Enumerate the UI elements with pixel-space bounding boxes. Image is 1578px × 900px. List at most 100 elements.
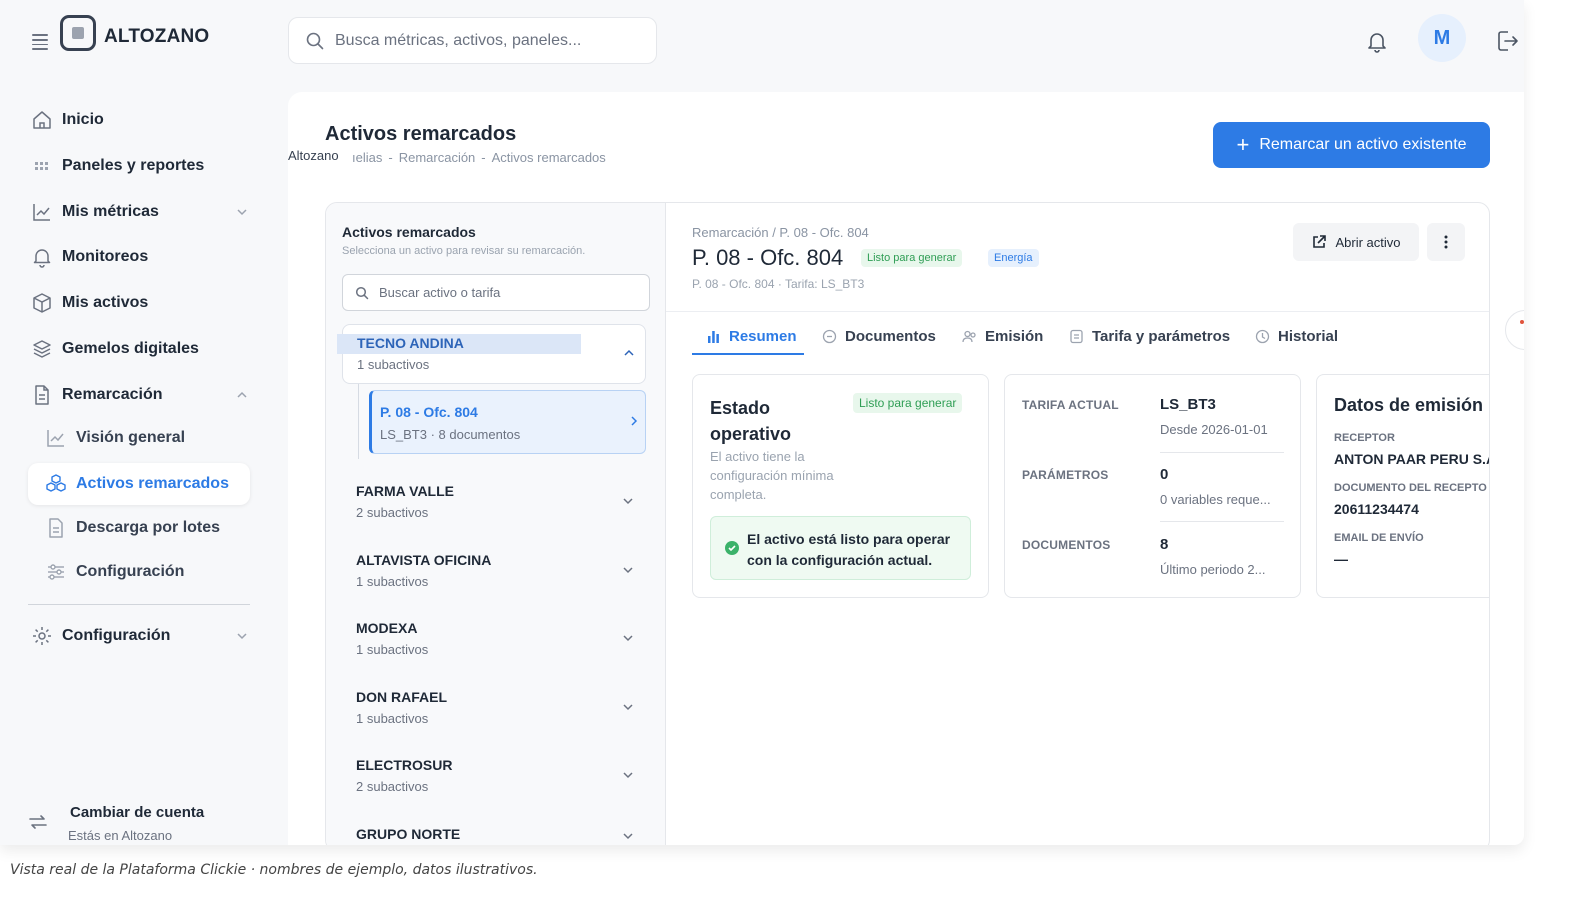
chart-line-icon [47,430,64,447]
tab-resumen[interactable]: Resumen [706,318,797,354]
external-link-icon [1313,235,1327,248]
type-badge: Energía [988,249,1039,267]
chevron-down-icon [623,498,633,505]
chevron-down-icon [623,704,633,711]
sidebar-item-remarcacion[interactable]: Remarcación [28,376,250,414]
sidebar-item-label: Configuración [62,627,171,644]
emission-panel-title: Datos de emisión [1334,395,1484,415]
gear-icon [33,627,51,645]
asset-group-name: DON RAFAEL [356,689,447,705]
switch-account-button[interactable]: Cambiar de cuenta Estás en Altozano [26,800,276,844]
global-search[interactable] [288,17,657,64]
menu-toggle-button[interactable] [28,30,52,54]
plus-icon: + [1236,132,1250,157]
sidebar-item-gemelos[interactable]: Gemelos digitales [28,330,250,368]
asset-group[interactable]: MODEXA 1 subactivos [342,610,646,670]
row-divider [1160,452,1284,453]
receipt-icon [1070,329,1083,343]
active-tab-indicator [692,353,804,355]
tariff-row-value: 8 [1160,536,1169,553]
switch-account-subtitle: Estás en Altozano [68,828,173,843]
status-panel-title: Estado operativo [710,398,792,444]
sidebar-item-inicio[interactable]: Inicio [28,101,250,139]
grid-icon [35,162,48,170]
switch-account-title: Cambiar de cuenta [70,804,205,821]
asset-list-subtitle: Selecciona un activo para revisar su rem… [342,245,586,257]
asset-list-title: Activos remarcados [342,224,476,240]
sidebar-subitem-descarga-lotes[interactable]: Descarga por lotes [28,509,250,547]
emission-field-value: ANTON PAAR PERU S.A [1334,451,1490,467]
tab-label: Documentos [845,327,936,345]
tab-emision[interactable]: Emisión [962,318,1043,354]
chevron-down-icon [237,633,247,640]
remark-asset-button-label: Remarcar un activo existente [1259,136,1467,153]
search-icon [355,286,369,299]
emission-panel: Datos de emisión RECEPTOR ANTON PAAR PER… [1316,374,1490,598]
tariff-row-key: DOCUMENTOS [1022,538,1111,552]
open-asset-button[interactable]: Abrir activo [1293,223,1419,261]
sidebar-item-label: Paneles y reportes [62,157,205,174]
document-icon [49,518,63,538]
sidebar-item-configuracion[interactable]: Configuración [28,617,250,655]
tab-label: Emisión [985,327,1044,345]
document-icon [822,329,837,343]
sidebar-item-monitoreos[interactable]: Monitoreos [28,238,250,276]
asset-group[interactable]: GRUPO NORTE [342,816,646,845]
asset-group[interactable]: TECNO ANDINA 1 subactivos [337,324,646,384]
sidebar-item-metricas[interactable]: Mis métricas [28,193,250,231]
app-window: ALTOZANO M Inicio Paneles y reportes Mis… [0,0,1524,845]
more-options-button[interactable] [1427,223,1465,261]
tab-label: Tarifa y parámetros [1092,327,1231,345]
asset-group-count: 2 subactivos [356,505,429,520]
chevron-right-icon [631,416,638,426]
sidebar-divider [28,604,250,605]
sidebar-subitem-vision-general[interactable]: Visión general [28,419,250,457]
bell-icon [33,249,51,268]
notifications-bell-icon[interactable] [1364,28,1390,54]
emission-field-label: EMAIL DE ENVÍO [1334,532,1424,544]
chevron-down-icon [623,772,633,779]
asset-search[interactable] [342,274,650,311]
chevron-up-icon [237,391,247,398]
user-avatar[interactable]: M [1418,14,1466,62]
breadcrumb-item[interactable]: ıelias [352,150,382,165]
tab-documentos[interactable]: Documentos [822,318,936,354]
box-icon [33,293,51,313]
logout-icon[interactable] [1494,28,1520,54]
cubes-icon [46,474,66,492]
sidebar-item-paneles[interactable]: Paneles y reportes [28,147,250,185]
chevron-down-icon [623,833,633,840]
tariff-panel: TARIFA ACTUAL LS_BT3 Desde 2026-01-01 PA… [1004,374,1301,598]
tab-historial[interactable]: Historial [1255,318,1338,354]
home-icon [33,111,51,129]
status-panel-description: El activo tiene la configuración mínima … [710,449,834,502]
asset-group-name: ALTAVISTA OFICINA [356,552,492,568]
chevron-down-icon [623,567,633,574]
tab-tarifa-parametros[interactable]: Tarifa y parámetros [1069,318,1230,354]
file-icon [35,385,49,405]
tariff-row-key: PARÁMETROS [1022,468,1109,482]
tabs-divider [666,311,1489,312]
asset-group[interactable]: ELECTROSUR 2 subactivos [342,747,646,807]
subasset-item-selected[interactable]: P. 08 - Ofc. 804 LS_BT3 · 8 documentos [369,390,646,454]
brand-name: ALTOZANO [104,26,210,47]
subasset-meta: LS_BT3 · 8 documentos [380,427,521,442]
asset-group[interactable]: DON RAFAEL 1 subactivos [342,679,646,739]
sidebar-subitem-activos-remarcados[interactable]: Activos remarcados [28,463,250,505]
sidebar-item-label: Remarcación [62,386,163,403]
asset-search-input[interactable] [379,285,629,300]
global-search-input[interactable] [335,31,635,50]
remark-asset-button[interactable]: + Remarcar un activo existente [1213,122,1490,168]
sidebar-subitem-configuracion[interactable]: Configuración [28,553,250,591]
emission-field-label: DOCUMENTO DEL RECEPTO [1334,482,1487,494]
asset-group[interactable]: FARMA VALLE 2 subactivos [342,473,646,533]
clock-icon [1255,329,1270,343]
asset-group[interactable]: ALTAVISTA OFICINA 1 subactivos [342,542,646,602]
tab-label: Historial [1278,327,1339,345]
sidebar-item-label: Monitoreos [62,248,149,265]
assets-card: Activos remarcados Selecciona un activo … [325,202,1490,845]
sidebar-subitem-label: Visión general [76,429,186,446]
emission-field-label: RECEPTOR [1334,432,1395,444]
breadcrumb-item[interactable]: Remarcación [399,150,476,165]
sidebar-item-mis-activos[interactable]: Mis activos [28,284,250,322]
